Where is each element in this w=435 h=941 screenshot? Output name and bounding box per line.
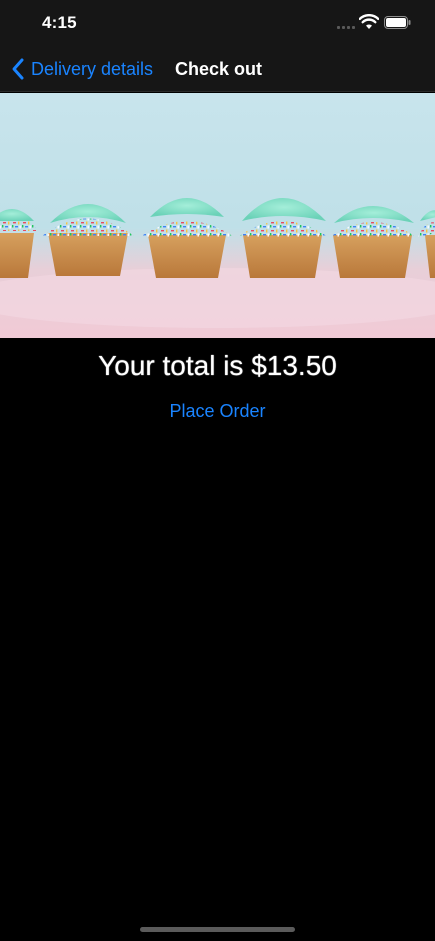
place-order-button[interactable]: Place Order <box>0 401 435 422</box>
cupcakes-hero-image <box>0 93 435 338</box>
navigation-bar: Delivery details Check out <box>0 44 435 92</box>
chevron-left-icon <box>12 58 24 80</box>
status-time: 4:15 <box>42 13 77 32</box>
status-bar: 4:15 <box>0 0 435 44</box>
wifi-icon <box>359 14 379 29</box>
back-button[interactable]: Delivery details <box>10 56 153 82</box>
back-button-label: Delivery details <box>31 58 154 79</box>
page-title: Check out <box>175 59 263 79</box>
cupcake <box>330 206 416 278</box>
battery-icon <box>384 16 411 29</box>
cellular-signal-icon <box>337 26 355 29</box>
order-total: Your total is $13.50 <box>98 350 337 381</box>
home-indicator[interactable] <box>140 927 295 932</box>
